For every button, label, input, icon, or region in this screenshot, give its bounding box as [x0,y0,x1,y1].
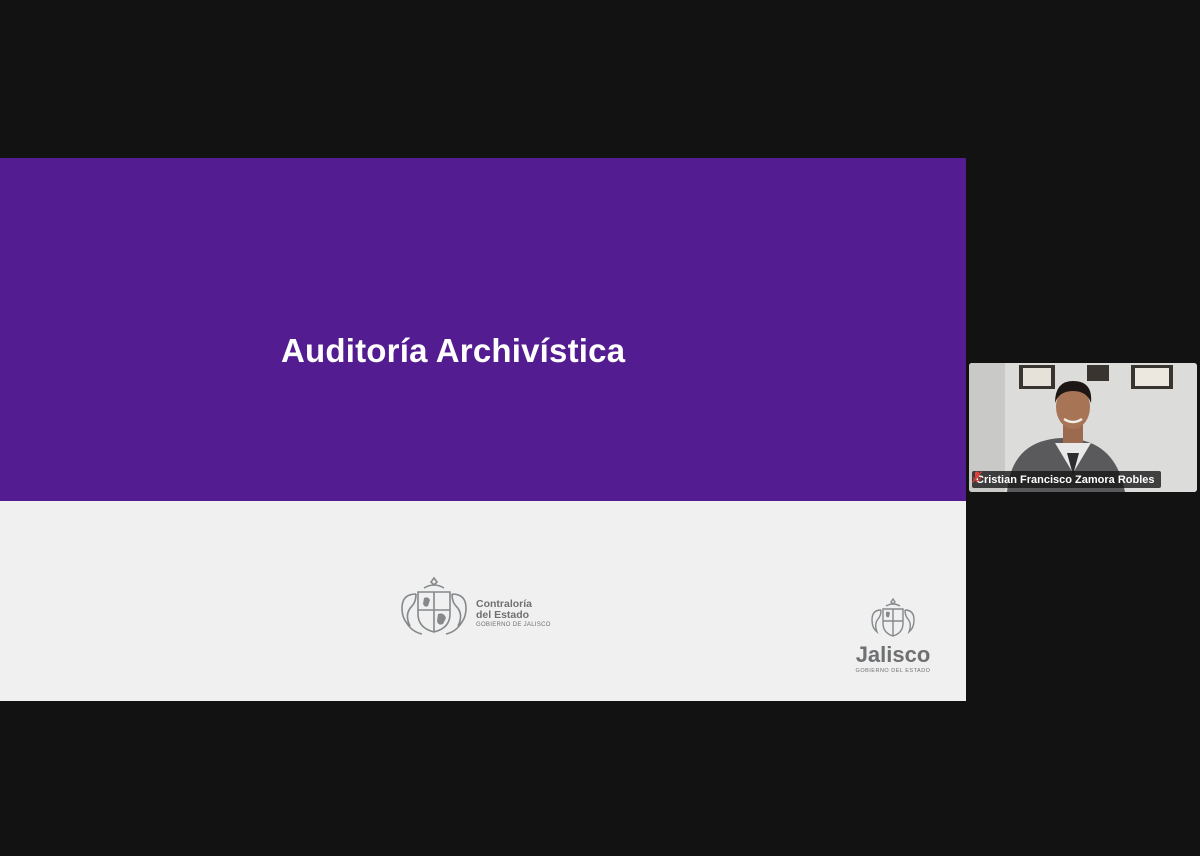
participant-video-tile[interactable]: Cristian Francisco Zamora Robles [969,363,1197,492]
shared-slide: Auditoría Archivística Contraloría del E… [0,158,966,701]
participant-name-tag: Cristian Francisco Zamora Robles [972,471,1161,488]
jalisco-subtitle: GOBIERNO DEL ESTADO [855,668,931,674]
participant-name: Cristian Francisco Zamora Robles [976,473,1155,486]
contraloria-line-2: del Estado [476,609,530,621]
slide-title: Auditoría Archivística [281,332,626,369]
jalisco-crest-icon [871,598,915,637]
slide-title-band: Auditoría Archivística [0,158,966,501]
mic-muted-icon [972,471,982,483]
coat-of-arms-icon [401,576,467,635]
contraloria-wordmark: Contraloría del Estado GOBIERNO DE JALIS… [476,599,551,630]
jalisco-logo: Jalisco GOBIERNO DEL ESTADO [850,598,936,680]
contraloria-logo: Contraloría del Estado GOBIERNO DE JALIS… [398,576,558,640]
contraloria-line-3: GOBIERNO DE JALISCO [476,622,551,628]
jalisco-wordmark: Jalisco [855,642,931,667]
